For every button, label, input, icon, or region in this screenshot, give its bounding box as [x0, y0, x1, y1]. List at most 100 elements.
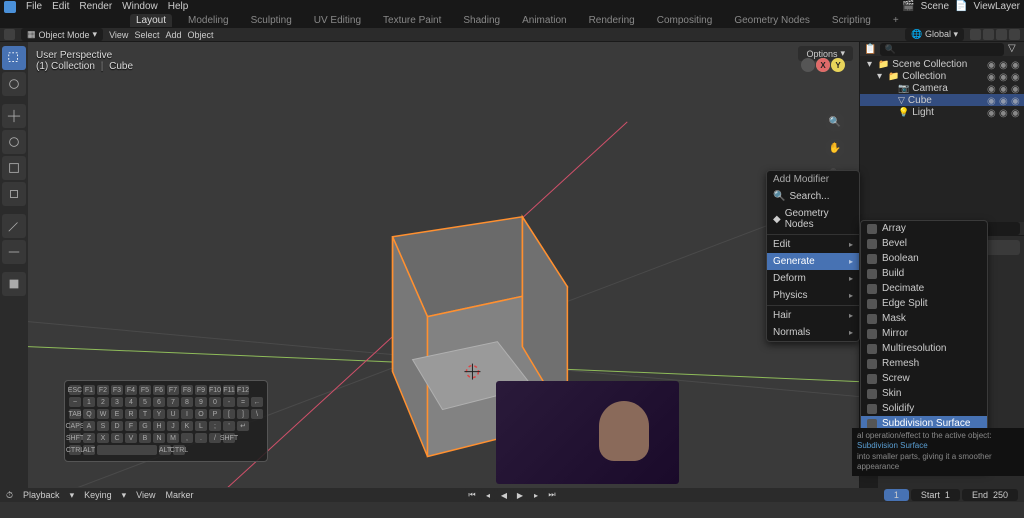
render-toggle-icon[interactable]: ◉ — [1011, 60, 1020, 69]
menu-help[interactable]: Help — [168, 1, 189, 12]
outliner-row[interactable]: ▾📁Scene Collection◉◉◉ — [860, 58, 1024, 70]
dropdown-hair[interactable]: Hair▸ — [767, 307, 859, 324]
tab-rendering[interactable]: Rendering — [583, 14, 641, 27]
tab-scripting[interactable]: Scripting — [826, 14, 877, 27]
disclosure-icon[interactable]: ▾ — [867, 59, 875, 70]
tab-sculpting[interactable]: Sculpting — [245, 14, 298, 27]
outliner-row[interactable]: ▽Cube◉◉◉ — [860, 94, 1024, 106]
modifier-array[interactable]: Array — [861, 221, 987, 236]
modifier-boolean[interactable]: Boolean — [861, 251, 987, 266]
jump-end-button[interactable]: ⏭ — [545, 489, 559, 501]
keyframe-next-button[interactable]: ▸ — [529, 489, 543, 501]
tool-annotate[interactable] — [2, 214, 26, 238]
axis-x[interactable]: X — [816, 58, 830, 72]
cursor-toggle-icon[interactable]: ◉ — [999, 72, 1008, 81]
dropdown-cat-edit[interactable]: Edit▸ — [767, 236, 859, 253]
modifier-decimate[interactable]: Decimate — [861, 281, 987, 296]
viewlayer-field[interactable]: ViewLayer — [973, 1, 1020, 12]
axis-y[interactable]: Y — [831, 58, 845, 72]
eye-toggle-icon[interactable]: ◉ — [987, 108, 996, 117]
jump-start-button[interactable]: ⏮ — [465, 489, 479, 501]
modifier-bevel[interactable]: Bevel — [861, 236, 987, 251]
cursor-toggle-icon[interactable]: ◉ — [999, 84, 1008, 93]
render-toggle-icon[interactable]: ◉ — [1011, 96, 1020, 105]
tool-scale[interactable] — [2, 156, 26, 180]
nav-zoom-icon[interactable]: 🔍 — [825, 112, 845, 132]
tab-modeling[interactable]: Modeling — [182, 14, 235, 27]
disclosure-icon[interactable]: ▾ — [877, 71, 885, 82]
tool-rotate[interactable] — [2, 130, 26, 154]
dropdown-search[interactable]: 🔍 Search... — [767, 188, 859, 205]
tab-uv[interactable]: UV Editing — [308, 14, 367, 27]
nav-gizmo[interactable]: Z Y X — [799, 58, 847, 106]
eye-toggle-icon[interactable]: ◉ — [987, 96, 996, 105]
tl-keying[interactable]: Keying — [84, 490, 112, 500]
axis-neg[interactable] — [801, 58, 815, 72]
3d-viewport[interactable]: User Perspective (1) Collection | Cube O… — [28, 42, 859, 488]
modifier-edge-split[interactable]: Edge Split — [861, 296, 987, 311]
tool-transform[interactable] — [2, 182, 26, 206]
cursor-toggle-icon[interactable]: ◉ — [999, 96, 1008, 105]
dropdown-cat-physics[interactable]: Physics▸ — [767, 287, 859, 304]
tool-measure[interactable] — [2, 240, 26, 264]
tab-add[interactable]: + — [887, 14, 905, 27]
cursor-toggle-icon[interactable]: ◉ — [999, 60, 1008, 69]
keyframe-prev-button[interactable]: ◂ — [481, 489, 495, 501]
proportional-toggle[interactable] — [983, 29, 994, 40]
tab-geonodes[interactable]: Geometry Nodes — [728, 14, 816, 27]
eye-toggle-icon[interactable]: ◉ — [987, 60, 996, 69]
render-toggle-icon[interactable]: ◉ — [1011, 108, 1020, 117]
dropdown-normals[interactable]: Normals▸ — [767, 324, 859, 341]
orientation-selector[interactable]: 🌐 Global ▾ — [905, 28, 964, 41]
scene-field[interactable]: Scene — [921, 1, 949, 12]
menu-window[interactable]: Window — [122, 1, 158, 12]
timeline-scrubber[interactable] — [0, 502, 1024, 518]
dropdown-cat-deform[interactable]: Deform▸ — [767, 270, 859, 287]
header-select[interactable]: Select — [134, 30, 159, 40]
timeline-editor-icon[interactable]: ⏱ — [6, 490, 13, 501]
tl-marker[interactable]: Marker — [166, 490, 194, 500]
modifier-multiresolution[interactable]: Multiresolution — [861, 341, 987, 356]
menu-file[interactable]: File — [26, 1, 42, 12]
tool-select[interactable] — [2, 46, 26, 70]
tab-layout[interactable]: Layout — [130, 14, 172, 27]
modifier-build[interactable]: Build — [861, 266, 987, 281]
outliner-row[interactable]: ▾📁Collection◉◉◉ — [860, 70, 1024, 82]
dropdown-geonodes[interactable]: ◆ Geometry Nodes — [767, 205, 859, 233]
modifier-mirror[interactable]: Mirror — [861, 326, 987, 341]
snap-toggle[interactable] — [970, 29, 981, 40]
eye-toggle-icon[interactable]: ◉ — [987, 72, 996, 81]
tab-compositing[interactable]: Compositing — [651, 14, 719, 27]
end-frame[interactable]: End 250 — [962, 489, 1018, 501]
tab-shading[interactable]: Shading — [457, 14, 506, 27]
header-object[interactable]: Object — [187, 30, 213, 40]
play-button[interactable]: ▶ — [513, 489, 527, 501]
modifier-screw[interactable]: Screw — [861, 371, 987, 386]
current-frame[interactable]: 1 — [884, 489, 909, 501]
nav-pan-icon[interactable]: ✋ — [825, 138, 845, 158]
xray-toggle[interactable] — [1009, 29, 1020, 40]
modifier-skin[interactable]: Skin — [861, 386, 987, 401]
tl-view[interactable]: View — [136, 490, 155, 500]
tool-cursor[interactable] — [2, 72, 26, 96]
start-frame[interactable]: Start 1 — [911, 489, 960, 501]
play-reverse-button[interactable]: ◀ — [497, 489, 511, 501]
outliner-search[interactable]: 🔍 — [880, 43, 1004, 56]
menu-edit[interactable]: Edit — [52, 1, 69, 12]
render-toggle-icon[interactable]: ◉ — [1011, 72, 1020, 81]
tool-addcube[interactable] — [2, 272, 26, 296]
outliner-row[interactable]: 💡Light◉◉◉ — [860, 106, 1024, 118]
outliner-row[interactable]: 📷Camera◉◉◉ — [860, 82, 1024, 94]
tab-texturepaint[interactable]: Texture Paint — [377, 14, 447, 27]
modifier-remesh[interactable]: Remesh — [861, 356, 987, 371]
modifier-solidify[interactable]: Solidify — [861, 401, 987, 416]
mode-selector[interactable]: ▦ Object Mode ▾ — [21, 28, 103, 41]
tl-playback[interactable]: Playback — [23, 490, 60, 500]
menu-render[interactable]: Render — [79, 1, 112, 12]
tool-move[interactable] — [2, 104, 26, 128]
outliner-type-icon[interactable]: 📋 — [864, 44, 876, 55]
eye-toggle-icon[interactable]: ◉ — [987, 84, 996, 93]
header-view[interactable]: View — [109, 30, 128, 40]
editor-type-icon[interactable] — [4, 29, 15, 40]
tab-animation[interactable]: Animation — [516, 14, 572, 27]
